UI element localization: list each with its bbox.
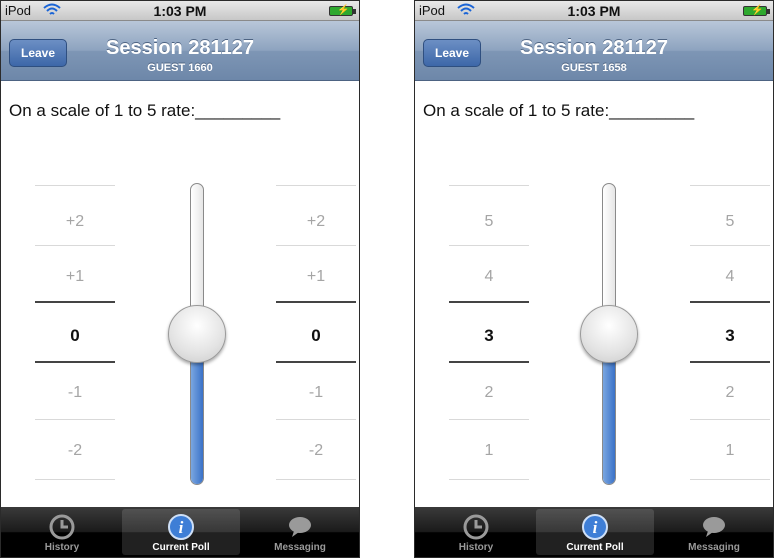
selection-line-top (690, 301, 770, 303)
battery-icon: ⚡ (743, 5, 770, 16)
phone-screen-2: iPod 1:03 PM ⚡ Leave Session 281127 GUES… (414, 0, 774, 558)
selection-line-top (35, 301, 115, 303)
guest-label: GUEST 1658 (561, 62, 627, 74)
divider (35, 479, 115, 480)
divider (35, 419, 115, 420)
clock-icon (49, 514, 75, 540)
scale-value[interactable]: +1 (35, 268, 115, 286)
divider (690, 245, 770, 246)
tab-history[interactable]: History (3, 509, 121, 555)
tab-bar: History i Current Poll Messaging (1, 507, 359, 557)
scale-value[interactable]: 1 (449, 442, 529, 460)
tab-label: History (44, 542, 80, 553)
tab-label: Current Poll (152, 542, 210, 553)
selection-line-bottom (690, 361, 770, 363)
scale-value[interactable]: 2 (449, 384, 529, 402)
navigation-bar: Leave Session 281127 GUEST 1658 (415, 21, 773, 81)
scale-value[interactable]: 4 (690, 268, 770, 286)
slider-thumb[interactable] (168, 305, 226, 363)
scale-column-right: 5 4 3 2 1 (690, 181, 770, 485)
tab-label: Current Poll (566, 542, 624, 553)
divider (449, 185, 529, 186)
selection-line-bottom (449, 361, 529, 363)
poll-question: On a scale of 1 to 5 rate:_________ (9, 101, 281, 120)
tab-messaging[interactable]: Messaging (241, 509, 359, 555)
scale-value[interactable]: 5 (690, 213, 770, 231)
phone-screen-1: iPod 1:03 PM ⚡ Leave Session 281127 GUES… (0, 0, 360, 558)
tab-current-poll[interactable]: i Current Poll (536, 509, 654, 555)
tab-label: Messaging (274, 542, 326, 553)
status-time: 1:03 PM (153, 3, 207, 19)
tab-history[interactable]: History (417, 509, 535, 555)
svg-text:i: i (593, 518, 598, 537)
info-icon: i (168, 514, 194, 540)
battery-icon: ⚡ (329, 5, 356, 16)
scale-value-selected[interactable]: 3 (449, 326, 529, 346)
selection-line-top (276, 301, 356, 303)
scale-value[interactable]: -2 (35, 442, 115, 460)
tab-bar: History i Current Poll Messaging (415, 507, 773, 557)
tab-current-poll[interactable]: i Current Poll (122, 509, 240, 555)
scale-value[interactable]: +2 (35, 213, 115, 231)
scale-value[interactable]: +2 (276, 213, 356, 231)
scale-value[interactable]: 2 (690, 384, 770, 402)
scale-value[interactable]: 5 (449, 213, 529, 231)
scale-value-selected[interactable]: 0 (276, 326, 356, 346)
selection-line-bottom (276, 361, 356, 363)
divider (276, 419, 356, 420)
divider (690, 479, 770, 480)
divider (449, 479, 529, 480)
divider (276, 185, 356, 186)
scale-value-selected[interactable]: 3 (690, 326, 770, 346)
status-bar: iPod 1:03 PM ⚡ (1, 1, 359, 21)
scale-value-selected[interactable]: 0 (35, 326, 115, 346)
clock-icon (463, 514, 489, 540)
scale-value[interactable]: 1 (690, 442, 770, 460)
status-bar: iPod 1:03 PM ⚡ (415, 1, 773, 21)
divider (449, 419, 529, 420)
tab-label: Messaging (688, 542, 740, 553)
selection-line-bottom (35, 361, 115, 363)
selection-line-top (449, 301, 529, 303)
divider (690, 419, 770, 420)
divider (449, 245, 529, 246)
divider (690, 185, 770, 186)
session-title: Session 281127 (520, 37, 668, 59)
poll-question: On a scale of 1 to 5 rate:_________ (423, 101, 695, 120)
divider (276, 479, 356, 480)
status-time: 1:03 PM (567, 3, 621, 19)
svg-text:i: i (179, 518, 184, 537)
scale-column-left: +2 +1 0 -1 -2 (35, 181, 115, 485)
navigation-bar: Leave Session 281127 GUEST 1660 (1, 21, 359, 81)
scale-column-right: +2 +1 0 -1 -2 (276, 181, 356, 485)
scale-value[interactable]: -1 (35, 384, 115, 402)
chat-bubble-icon (289, 517, 311, 537)
guest-label: GUEST 1660 (147, 62, 213, 74)
scale-value[interactable]: -2 (276, 442, 356, 460)
divider (276, 245, 356, 246)
slider-thumb[interactable] (580, 305, 638, 363)
tab-messaging[interactable]: Messaging (655, 509, 773, 555)
divider (35, 245, 115, 246)
scale-value[interactable]: +1 (276, 268, 356, 286)
divider (35, 185, 115, 186)
info-icon: i (582, 514, 608, 540)
scale-value[interactable]: 4 (449, 268, 529, 286)
session-title: Session 281127 (106, 37, 254, 59)
scale-column-left: 5 4 3 2 1 (449, 181, 529, 485)
chat-bubble-icon (703, 517, 725, 537)
tab-label: History (458, 542, 494, 553)
scale-value[interactable]: -1 (276, 384, 356, 402)
